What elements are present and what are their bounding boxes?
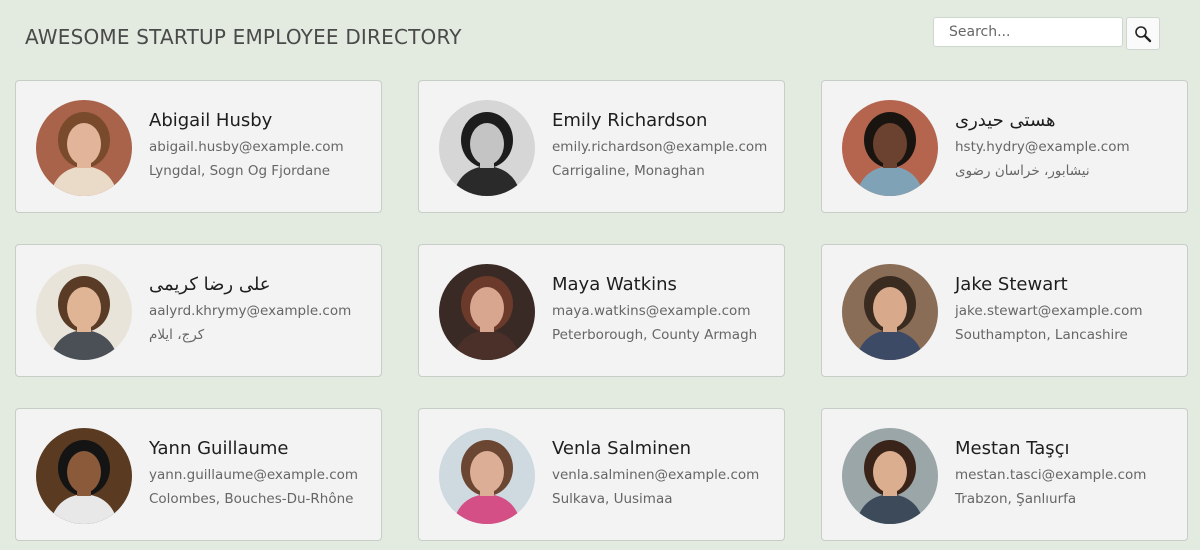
- employee-info: Maya Watkins maya.watkins@example.com Pete…: [552, 273, 776, 344]
- employee-info: Emily Richardson emily.richardson@example…: [552, 109, 776, 180]
- employee-email: abigail.husby@example.com: [149, 139, 344, 155]
- employee-card[interactable]: Abigail Husby abigail.husby@example.com Ly…: [15, 80, 382, 213]
- employee-info: Abigail Husby abigail.husby@example.com Ly…: [149, 109, 373, 180]
- employee-card[interactable]: Jake Stewart jake.stewart@example.com Sout…: [821, 244, 1188, 377]
- employee-email: mestan.tasci@example.com: [955, 467, 1147, 483]
- employee-name: Yann Guillaume: [149, 438, 289, 459]
- employee-location: Trabzon, Şanlıurfa: [955, 491, 1077, 507]
- page-title: AWESOME STARTUP EMPLOYEE DIRECTORY: [25, 25, 462, 49]
- employee-location: Southampton, Lancashire: [955, 327, 1128, 343]
- employee-location: نیشابور، خراسان رضوی: [955, 163, 1090, 179]
- employee-location: Lyngdal, Sogn Og Fjordane: [149, 163, 331, 179]
- employee-email: jake.stewart@example.com: [955, 303, 1143, 319]
- employee-location: Peterborough, County Armagh: [552, 327, 758, 343]
- employee-info: Jake Stewart jake.stewart@example.com Sout…: [955, 273, 1179, 344]
- avatar: [439, 428, 535, 524]
- avatar: [439, 264, 535, 360]
- avatar: [842, 428, 938, 524]
- employee-name: Jake Stewart: [955, 274, 1068, 295]
- search-form: [933, 17, 1160, 50]
- avatar: [36, 428, 132, 524]
- employee-card[interactable]: علی رضا كريمی aalyrd.khrymy@example.com کر…: [15, 244, 382, 377]
- magnifier-icon: [1135, 25, 1152, 42]
- avatar: [36, 100, 132, 196]
- employee-name: هستی حیدری: [955, 110, 1056, 131]
- employee-location: کرج، ایلام: [149, 327, 205, 343]
- employee-email: maya.watkins@example.com: [552, 303, 751, 319]
- search-input[interactable]: [933, 17, 1123, 47]
- employee-card[interactable]: Emily Richardson emily.richardson@example…: [418, 80, 785, 213]
- search-button[interactable]: [1126, 17, 1160, 50]
- employee-card[interactable]: Yann Guillaume yann.guillaume@example.com…: [15, 408, 382, 541]
- employee-name: Abigail Husby: [149, 110, 273, 131]
- employee-card[interactable]: هستی حیدری hsty.hydry@example.com نیشابور،…: [821, 80, 1188, 213]
- employee-name: Venla Salminen: [552, 438, 692, 459]
- employee-card[interactable]: Venla Salminen venla.salminen@example.com…: [418, 408, 785, 541]
- employee-info: هستی حیدری hsty.hydry@example.com نیشابور،…: [955, 109, 1179, 180]
- avatar: [842, 100, 938, 196]
- employee-name: Mestan Taşçı: [955, 438, 1070, 459]
- employee-name: علی رضا كريمی: [149, 274, 271, 295]
- avatar: [36, 264, 132, 360]
- employee-email: emily.richardson@example.com: [552, 139, 768, 155]
- employee-location: Colombes, Bouches-Du-Rhône: [149, 491, 354, 507]
- employee-card[interactable]: Mestan Taşçı mestan.tasci@example.com Trab…: [821, 408, 1188, 541]
- employee-email: aalyrd.khrymy@example.com: [149, 303, 352, 319]
- employee-info: Yann Guillaume yann.guillaume@example.com…: [149, 437, 373, 508]
- employee-info: Mestan Taşçı mestan.tasci@example.com Trab…: [955, 437, 1179, 508]
- employee-info: علی رضا كريمی aalyrd.khrymy@example.com کر…: [149, 273, 373, 344]
- employee-name: Maya Watkins: [552, 274, 677, 295]
- employee-email: hsty.hydry@example.com: [955, 139, 1130, 155]
- employee-location: Sulkava, Uusimaa: [552, 491, 673, 507]
- employee-name: Emily Richardson: [552, 110, 708, 131]
- avatar: [842, 264, 938, 360]
- avatar: [439, 100, 535, 196]
- employee-location: Carrigaline, Monaghan: [552, 163, 705, 179]
- employee-info: Venla Salminen venla.salminen@example.com…: [552, 437, 776, 508]
- employee-card[interactable]: Maya Watkins maya.watkins@example.com Pete…: [418, 244, 785, 377]
- employee-email: yann.guillaume@example.com: [149, 467, 359, 483]
- employee-email: venla.salminen@example.com: [552, 467, 760, 483]
